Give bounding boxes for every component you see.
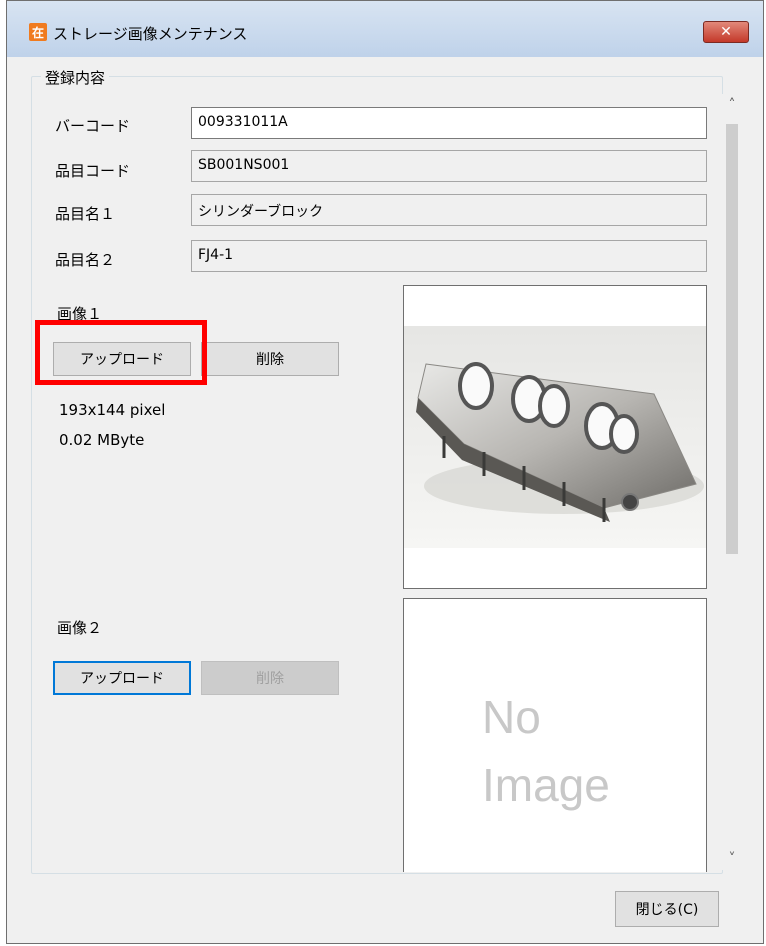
item-code-label: 品目コード: [55, 162, 131, 180]
image2-label: 画像２: [57, 619, 103, 637]
image2-upload-button[interactable]: アップロード: [53, 661, 191, 695]
scroll-up-icon[interactable]: ˄: [721, 94, 743, 116]
storage-image-maintenance-window: 在 ストレージ画像メンテナンス ✕ 登録内容 バーコード 009331011A …: [6, 0, 764, 944]
no-image-line2: Image: [482, 759, 610, 811]
upload-highlight-box: [35, 320, 207, 385]
no-image-placeholder: No Image: [482, 683, 610, 819]
no-image-line1: No: [482, 691, 541, 743]
item-code-field: SB001NS001: [191, 150, 707, 182]
image1-dimensions: 193x144 pixel: [59, 401, 166, 419]
close-button[interactable]: 閉じる(C): [615, 891, 719, 927]
image2-delete-button: 削除: [201, 661, 339, 695]
scroll-down-icon[interactable]: ˅: [721, 848, 743, 870]
item-name1-field: シリンダーブロック: [191, 194, 707, 226]
image2-preview: No Image: [403, 598, 707, 872]
engine-cylinder-head-image: [404, 326, 706, 548]
barcode-label: バーコード: [55, 117, 131, 135]
item-name2-field: FJ4-1: [191, 240, 707, 272]
image1-preview: [403, 285, 707, 589]
image1-size: 0.02 MByte: [59, 431, 145, 449]
dialog-client-area: 登録内容 バーコード 009331011A 品目コード SB001NS001 品…: [15, 57, 755, 935]
window-title: ストレージ画像メンテナンス: [53, 25, 248, 43]
image1-delete-button[interactable]: 削除: [201, 342, 339, 376]
item-name2-label: 品目名２: [55, 251, 116, 269]
item-name1-label: 品目名１: [55, 205, 116, 223]
scrollbar-thumb[interactable]: [726, 124, 738, 554]
close-window-button[interactable]: ✕: [703, 21, 749, 43]
close-icon: ✕: [720, 24, 732, 40]
title-bar: 在 ストレージ画像メンテナンス ✕: [7, 1, 763, 57]
group-title: 登録内容: [41, 67, 110, 88]
app-icon: 在: [29, 23, 47, 41]
vertical-scrollbar[interactable]: ˄ ˅: [721, 94, 743, 870]
barcode-field[interactable]: 009331011A: [191, 107, 707, 139]
